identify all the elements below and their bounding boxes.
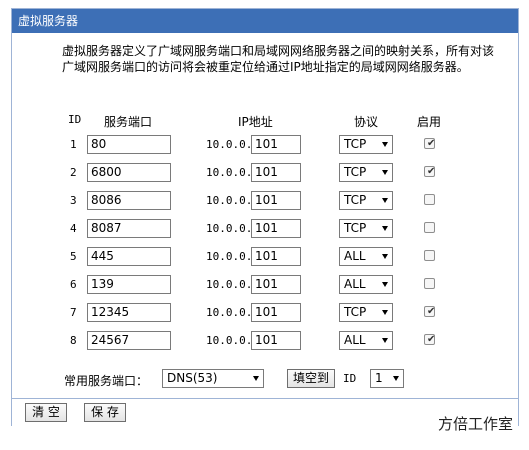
ip-prefix: 10.0.0. xyxy=(206,250,253,263)
row-id: 5 xyxy=(70,250,77,263)
ip-prefix: 10.0.0. xyxy=(206,334,253,347)
enabled-checkbox[interactable] xyxy=(424,222,435,233)
row-id: 1 xyxy=(70,138,77,151)
protocol-value: ALL xyxy=(344,249,366,263)
chevron-down-icon xyxy=(382,282,388,287)
port-input[interactable]: 80 xyxy=(87,135,171,154)
row-id: 7 xyxy=(70,306,77,319)
protocol-select[interactable]: ALL xyxy=(339,331,393,350)
clear-button[interactable]: 清 空 xyxy=(25,403,67,422)
header-ip: IP地址 xyxy=(238,115,273,129)
panel-description: 虚拟服务器定义了广域网服务端口和局域网网络服务器之间的映射关系，所有对该广域网服… xyxy=(62,44,495,74)
table-row: 4 8087 10.0.0. 101 TCP xyxy=(12,219,518,247)
row-id: 2 xyxy=(70,166,77,179)
table-row: 3 8086 10.0.0. 101 TCP xyxy=(12,191,518,219)
protocol-value: TCP xyxy=(344,221,367,235)
protocol-value: ALL xyxy=(344,277,366,291)
row-id: 4 xyxy=(70,222,77,235)
fill-button[interactable]: 填空到 xyxy=(287,369,335,388)
ip-input[interactable]: 101 xyxy=(251,247,301,266)
protocol-select[interactable]: TCP xyxy=(339,219,393,238)
protocol-select[interactable]: TCP xyxy=(339,135,393,154)
protocol-select[interactable]: TCP xyxy=(339,303,393,322)
chevron-down-icon xyxy=(382,338,388,343)
enabled-checkbox[interactable] xyxy=(424,250,435,261)
header-protocol: 协议 xyxy=(354,115,379,129)
ip-input[interactable]: 101 xyxy=(251,331,301,350)
protocol-select[interactable]: TCP xyxy=(339,191,393,210)
header-id: ID xyxy=(68,113,82,126)
common-port-label: 常用服务端口： xyxy=(64,374,149,388)
protocol-select[interactable]: ALL xyxy=(339,247,393,266)
chevron-down-icon xyxy=(382,226,388,231)
ip-input[interactable]: 101 xyxy=(251,303,301,322)
chevron-down-icon xyxy=(382,170,388,175)
common-port-select[interactable]: DNS(53) xyxy=(162,369,264,388)
watermark: 方倍工作室 xyxy=(437,415,513,433)
id-select-value: 1 xyxy=(375,371,383,385)
chevron-down-icon xyxy=(382,310,388,315)
ip-prefix: 10.0.0. xyxy=(206,138,253,151)
chevron-down-icon xyxy=(382,254,388,259)
ip-prefix: 10.0.0. xyxy=(206,166,253,179)
ip-input[interactable]: 101 xyxy=(251,275,301,294)
ip-prefix: 10.0.0. xyxy=(206,306,253,319)
table-row: 5 445 10.0.0. 101 ALL xyxy=(12,247,518,275)
chevron-down-icon xyxy=(382,142,388,147)
port-input[interactable]: 8087 xyxy=(87,219,171,238)
row-id: 3 xyxy=(70,194,77,207)
ip-input[interactable]: 101 xyxy=(251,219,301,238)
protocol-select[interactable]: TCP xyxy=(339,163,393,182)
checkmark-icon: ✔ xyxy=(427,166,436,177)
row-id: 8 xyxy=(70,334,77,347)
protocol-select[interactable]: ALL xyxy=(339,275,393,294)
id-label: ID xyxy=(343,372,357,385)
chevron-down-icon xyxy=(253,376,259,381)
panel-title: 虚拟服务器 xyxy=(12,9,518,33)
save-button[interactable]: 保 存 xyxy=(84,403,126,422)
enabled-checkbox[interactable]: ✔ xyxy=(424,166,435,177)
ip-input[interactable]: 101 xyxy=(251,135,301,154)
checkmark-icon: ✔ xyxy=(427,306,436,317)
table-row: 6 139 10.0.0. 101 ALL xyxy=(12,275,518,303)
ip-prefix: 10.0.0. xyxy=(206,222,253,235)
protocol-value: ALL xyxy=(344,333,366,347)
enabled-checkbox[interactable]: ✔ xyxy=(424,334,435,345)
ip-input[interactable]: 101 xyxy=(251,163,301,182)
enabled-checkbox[interactable]: ✔ xyxy=(424,306,435,317)
id-select[interactable]: 1 xyxy=(370,369,404,388)
table-row: 2 6800 10.0.0. 101 TCP ✔ xyxy=(12,163,518,191)
row-id: 6 xyxy=(70,278,77,291)
virtual-server-panel: 虚拟服务器 虚拟服务器定义了广域网服务端口和局域网网络服务器之间的映射关系，所有… xyxy=(11,8,519,426)
chevron-down-icon xyxy=(393,376,399,381)
protocol-value: TCP xyxy=(344,305,367,319)
protocol-value: TCP xyxy=(344,165,367,179)
enabled-checkbox[interactable] xyxy=(424,194,435,205)
chevron-down-icon xyxy=(382,198,388,203)
port-input[interactable]: 12345 xyxy=(87,303,171,322)
header-port: 服务端口 xyxy=(104,115,153,129)
ip-input[interactable]: 101 xyxy=(251,191,301,210)
protocol-value: TCP xyxy=(344,193,367,207)
ip-prefix: 10.0.0. xyxy=(206,278,253,291)
enabled-checkbox[interactable]: ✔ xyxy=(424,138,435,149)
table-row: 7 12345 10.0.0. 101 TCP ✔ xyxy=(12,303,518,331)
port-input[interactable]: 24567 xyxy=(87,331,171,350)
checkmark-icon: ✔ xyxy=(427,334,436,345)
checkmark-icon: ✔ xyxy=(427,138,436,149)
port-input[interactable]: 139 xyxy=(87,275,171,294)
port-input[interactable]: 445 xyxy=(87,247,171,266)
common-port-row: 常用服务端口： DNS(53) 填空到 ID 1 xyxy=(12,369,518,391)
protocol-value: TCP xyxy=(344,137,367,151)
enabled-checkbox[interactable] xyxy=(424,278,435,289)
common-port-value: DNS(53) xyxy=(167,371,218,385)
table-row: 1 80 10.0.0. 101 TCP ✔ xyxy=(12,135,518,163)
ip-prefix: 10.0.0. xyxy=(206,194,253,207)
header-enabled: 启用 xyxy=(417,115,442,129)
port-input[interactable]: 6800 xyxy=(87,163,171,182)
port-input[interactable]: 8086 xyxy=(87,191,171,210)
table-row: 8 24567 10.0.0. 101 ALL ✔ xyxy=(12,331,518,359)
